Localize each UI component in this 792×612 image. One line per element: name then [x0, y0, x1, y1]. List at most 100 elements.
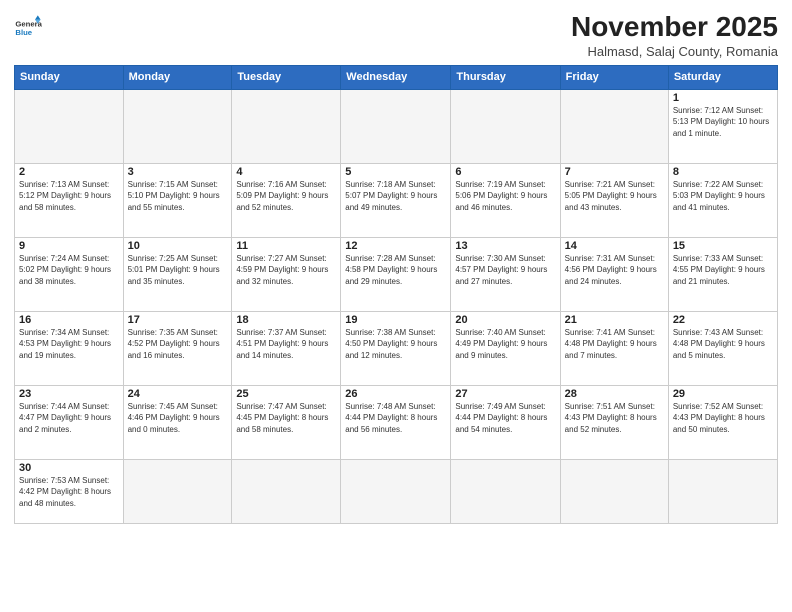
- calendar-table: Sunday Monday Tuesday Wednesday Thursday…: [14, 65, 778, 524]
- col-thursday: Thursday: [451, 65, 560, 89]
- day-info: Sunrise: 7:16 AM Sunset: 5:09 PM Dayligh…: [236, 179, 336, 214]
- day-info: Sunrise: 7:19 AM Sunset: 5:06 PM Dayligh…: [455, 179, 555, 214]
- calendar-day-cell: 8Sunrise: 7:22 AM Sunset: 5:03 PM Daylig…: [668, 163, 777, 237]
- day-number: 20: [455, 314, 555, 326]
- day-number: 4: [236, 166, 336, 178]
- day-number: 17: [128, 314, 228, 326]
- day-number: 9: [19, 240, 119, 252]
- day-info: Sunrise: 7:27 AM Sunset: 4:59 PM Dayligh…: [236, 253, 336, 288]
- day-info: Sunrise: 7:33 AM Sunset: 4:55 PM Dayligh…: [673, 253, 773, 288]
- calendar-day-cell: 28Sunrise: 7:51 AM Sunset: 4:43 PM Dayli…: [560, 385, 668, 459]
- calendar-day-cell: [232, 89, 341, 163]
- calendar-day-cell: [560, 89, 668, 163]
- day-info: Sunrise: 7:34 AM Sunset: 4:53 PM Dayligh…: [19, 327, 119, 362]
- logo: General Blue: [14, 14, 42, 42]
- col-tuesday: Tuesday: [232, 65, 341, 89]
- day-number: 2: [19, 166, 119, 178]
- col-saturday: Saturday: [668, 65, 777, 89]
- calendar-day-cell: 15Sunrise: 7:33 AM Sunset: 4:55 PM Dayli…: [668, 237, 777, 311]
- day-number: 8: [673, 166, 773, 178]
- day-number: 12: [345, 240, 446, 252]
- day-number: 24: [128, 388, 228, 400]
- calendar-day-cell: 10Sunrise: 7:25 AM Sunset: 5:01 PM Dayli…: [123, 237, 232, 311]
- day-info: Sunrise: 7:48 AM Sunset: 4:44 PM Dayligh…: [345, 401, 446, 436]
- calendar-day-cell: 11Sunrise: 7:27 AM Sunset: 4:59 PM Dayli…: [232, 237, 341, 311]
- month-title: November 2025: [571, 10, 778, 44]
- day-info: Sunrise: 7:35 AM Sunset: 4:52 PM Dayligh…: [128, 327, 228, 362]
- calendar-week-row: 23Sunrise: 7:44 AM Sunset: 4:47 PM Dayli…: [15, 385, 778, 459]
- calendar-day-cell: 30Sunrise: 7:53 AM Sunset: 4:42 PM Dayli…: [15, 459, 124, 523]
- calendar-day-cell: [232, 459, 341, 523]
- calendar-week-row: 16Sunrise: 7:34 AM Sunset: 4:53 PM Dayli…: [15, 311, 778, 385]
- page: General Blue November 2025 Halmasd, Sala…: [0, 0, 792, 612]
- day-number: 16: [19, 314, 119, 326]
- day-info: Sunrise: 7:47 AM Sunset: 4:45 PM Dayligh…: [236, 401, 336, 436]
- calendar-day-cell: 13Sunrise: 7:30 AM Sunset: 4:57 PM Dayli…: [451, 237, 560, 311]
- calendar-day-cell: 1Sunrise: 7:12 AM Sunset: 5:13 PM Daylig…: [668, 89, 777, 163]
- calendar-day-cell: 22Sunrise: 7:43 AM Sunset: 4:48 PM Dayli…: [668, 311, 777, 385]
- col-sunday: Sunday: [15, 65, 124, 89]
- calendar-week-row: 2Sunrise: 7:13 AM Sunset: 5:12 PM Daylig…: [15, 163, 778, 237]
- day-info: Sunrise: 7:41 AM Sunset: 4:48 PM Dayligh…: [565, 327, 664, 362]
- calendar-day-cell: 4Sunrise: 7:16 AM Sunset: 5:09 PM Daylig…: [232, 163, 341, 237]
- title-block: November 2025 Halmasd, Salaj County, Rom…: [571, 10, 778, 59]
- calendar-day-cell: 24Sunrise: 7:45 AM Sunset: 4:46 PM Dayli…: [123, 385, 232, 459]
- calendar-day-cell: [668, 459, 777, 523]
- calendar-week-row: 1Sunrise: 7:12 AM Sunset: 5:13 PM Daylig…: [15, 89, 778, 163]
- day-info: Sunrise: 7:53 AM Sunset: 4:42 PM Dayligh…: [19, 475, 119, 510]
- calendar-day-cell: [341, 89, 451, 163]
- calendar-day-cell: [451, 89, 560, 163]
- day-number: 28: [565, 388, 664, 400]
- day-number: 22: [673, 314, 773, 326]
- day-info: Sunrise: 7:13 AM Sunset: 5:12 PM Dayligh…: [19, 179, 119, 214]
- day-info: Sunrise: 7:15 AM Sunset: 5:10 PM Dayligh…: [128, 179, 228, 214]
- calendar-day-cell: 2Sunrise: 7:13 AM Sunset: 5:12 PM Daylig…: [15, 163, 124, 237]
- calendar-day-cell: [123, 459, 232, 523]
- generalblue-logo-icon: General Blue: [14, 14, 42, 42]
- day-info: Sunrise: 7:30 AM Sunset: 4:57 PM Dayligh…: [455, 253, 555, 288]
- calendar-day-cell: 16Sunrise: 7:34 AM Sunset: 4:53 PM Dayli…: [15, 311, 124, 385]
- day-number: 13: [455, 240, 555, 252]
- day-info: Sunrise: 7:12 AM Sunset: 5:13 PM Dayligh…: [673, 105, 773, 140]
- day-info: Sunrise: 7:45 AM Sunset: 4:46 PM Dayligh…: [128, 401, 228, 436]
- day-info: Sunrise: 7:37 AM Sunset: 4:51 PM Dayligh…: [236, 327, 336, 362]
- svg-text:Blue: Blue: [15, 28, 32, 37]
- calendar-day-cell: 12Sunrise: 7:28 AM Sunset: 4:58 PM Dayli…: [341, 237, 451, 311]
- calendar-day-cell: 23Sunrise: 7:44 AM Sunset: 4:47 PM Dayli…: [15, 385, 124, 459]
- calendar-day-cell: 26Sunrise: 7:48 AM Sunset: 4:44 PM Dayli…: [341, 385, 451, 459]
- location-title: Halmasd, Salaj County, Romania: [571, 44, 778, 59]
- calendar-day-cell: 3Sunrise: 7:15 AM Sunset: 5:10 PM Daylig…: [123, 163, 232, 237]
- day-number: 7: [565, 166, 664, 178]
- calendar-day-cell: [15, 89, 124, 163]
- calendar-week-row: 9Sunrise: 7:24 AM Sunset: 5:02 PM Daylig…: [15, 237, 778, 311]
- day-info: Sunrise: 7:18 AM Sunset: 5:07 PM Dayligh…: [345, 179, 446, 214]
- day-number: 29: [673, 388, 773, 400]
- day-number: 11: [236, 240, 336, 252]
- calendar-header-row: Sunday Monday Tuesday Wednesday Thursday…: [15, 65, 778, 89]
- calendar-day-cell: 7Sunrise: 7:21 AM Sunset: 5:05 PM Daylig…: [560, 163, 668, 237]
- day-number: 30: [19, 462, 119, 474]
- day-info: Sunrise: 7:21 AM Sunset: 5:05 PM Dayligh…: [565, 179, 664, 214]
- day-number: 14: [565, 240, 664, 252]
- day-number: 1: [673, 92, 773, 104]
- calendar-day-cell: 21Sunrise: 7:41 AM Sunset: 4:48 PM Dayli…: [560, 311, 668, 385]
- day-number: 6: [455, 166, 555, 178]
- calendar-day-cell: 14Sunrise: 7:31 AM Sunset: 4:56 PM Dayli…: [560, 237, 668, 311]
- calendar-day-cell: 5Sunrise: 7:18 AM Sunset: 5:07 PM Daylig…: [341, 163, 451, 237]
- day-number: 3: [128, 166, 228, 178]
- day-number: 15: [673, 240, 773, 252]
- header: General Blue November 2025 Halmasd, Sala…: [14, 10, 778, 59]
- day-number: 27: [455, 388, 555, 400]
- calendar-day-cell: [341, 459, 451, 523]
- day-number: 5: [345, 166, 446, 178]
- day-number: 21: [565, 314, 664, 326]
- day-number: 26: [345, 388, 446, 400]
- day-info: Sunrise: 7:31 AM Sunset: 4:56 PM Dayligh…: [565, 253, 664, 288]
- day-info: Sunrise: 7:43 AM Sunset: 4:48 PM Dayligh…: [673, 327, 773, 362]
- calendar-day-cell: 25Sunrise: 7:47 AM Sunset: 4:45 PM Dayli…: [232, 385, 341, 459]
- day-info: Sunrise: 7:52 AM Sunset: 4:43 PM Dayligh…: [673, 401, 773, 436]
- day-number: 23: [19, 388, 119, 400]
- calendar-day-cell: 9Sunrise: 7:24 AM Sunset: 5:02 PM Daylig…: [15, 237, 124, 311]
- calendar-week-row: 30Sunrise: 7:53 AM Sunset: 4:42 PM Dayli…: [15, 459, 778, 523]
- calendar-day-cell: [123, 89, 232, 163]
